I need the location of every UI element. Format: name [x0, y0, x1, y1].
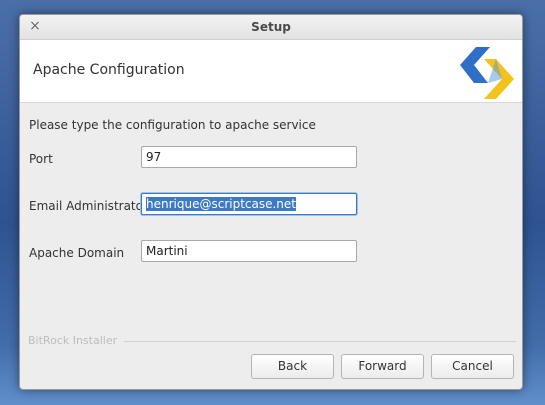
port-value: 97 — [146, 150, 162, 164]
domain-label: Apache Domain — [29, 246, 125, 260]
domain-value: Martini — [146, 244, 188, 258]
back-button[interactable]: Back — [251, 354, 334, 379]
domain-field[interactable]: Martini — [141, 240, 357, 262]
footer-divider — [124, 341, 516, 342]
setup-window: × Setup Apache Configuration Please type… — [19, 14, 523, 390]
scriptcase-logo-icon — [460, 47, 514, 99]
page-title: Apache Configuration — [33, 62, 185, 78]
forward-button[interactable]: Forward — [341, 354, 424, 379]
page-header: Apache Configuration — [20, 40, 522, 103]
intro-text: Please type the configuration to apache … — [29, 118, 316, 132]
cancel-button[interactable]: Cancel — [431, 354, 514, 379]
installer-brand: BitRock Installer — [28, 334, 118, 347]
port-label: Port — [29, 152, 53, 166]
window-title: Setup — [251, 20, 291, 34]
email-label: Email Administrator — [29, 199, 148, 213]
port-field[interactable]: 97 — [141, 146, 357, 168]
email-value: henrique@scriptcase.net — [146, 197, 296, 211]
title-bar[interactable]: × Setup — [20, 15, 522, 40]
email-field[interactable]: henrique@scriptcase.net — [141, 193, 357, 215]
